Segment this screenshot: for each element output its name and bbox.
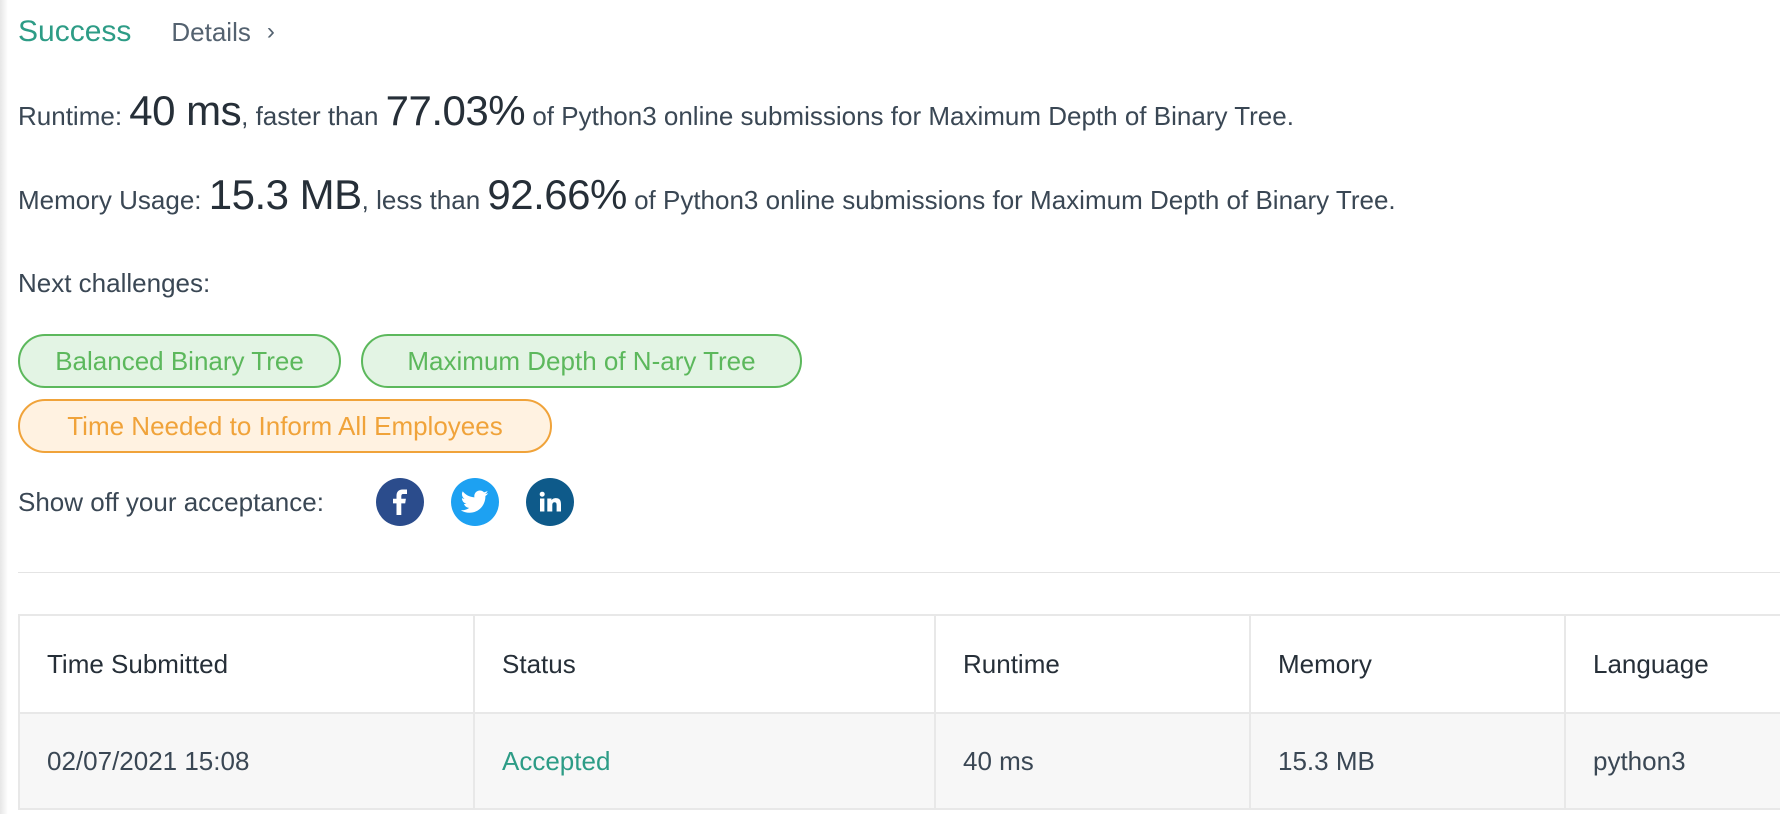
- challenge-maximum-depth-n-ary-tree[interactable]: Maximum Depth of N-ary Tree: [361, 334, 802, 388]
- memory-suffix: of Python3 online submissions for Maximu…: [626, 185, 1396, 215]
- memory-value: 15.3 MB: [208, 171, 362, 218]
- next-challenges-label: Next challenges:: [18, 268, 211, 298]
- cell-time-submitted: 02/07/2021 15:08: [18, 712, 475, 810]
- linkedin-icon[interactable]: [525, 478, 574, 526]
- submission-result-page: Success Details › Runtime: 40 ms, faster…: [0, 0, 1780, 814]
- header-status[interactable]: Status: [473, 614, 936, 714]
- runtime-value: 40 ms: [129, 87, 242, 134]
- twitter-icon[interactable]: [450, 478, 499, 526]
- challenge-balanced-binary-tree[interactable]: Balanced Binary Tree: [18, 334, 341, 388]
- runtime-suffix: of Python3 online submissions for Maximu…: [525, 101, 1294, 131]
- section-divider: [18, 572, 1780, 573]
- runtime-comparison: , faster than: [241, 101, 386, 131]
- runtime-percent: 77.03%: [385, 87, 526, 134]
- runtime-stat: Runtime: 40 ms, faster than 77.03% of Py…: [18, 90, 1294, 132]
- cell-runtime: 40 ms: [934, 712, 1251, 810]
- header-runtime[interactable]: Runtime: [934, 614, 1251, 714]
- runtime-label: Runtime:: [18, 101, 130, 131]
- header-language[interactable]: Language: [1564, 614, 1780, 714]
- memory-label: Memory Usage:: [18, 185, 209, 215]
- cell-language: python3: [1564, 712, 1780, 810]
- header-time-submitted[interactable]: Time Submitted: [18, 614, 475, 714]
- submissions-table: Time Submitted Status Runtime Memory Lan…: [18, 614, 1780, 810]
- result-status: Success: [18, 15, 132, 48]
- share-label: Show off your acceptance:: [18, 486, 324, 517]
- chevron-right-icon: ›: [266, 18, 275, 45]
- details-link[interactable]: Details ›: [171, 17, 274, 48]
- memory-percent: 92.66%: [487, 171, 627, 218]
- details-label: Details: [171, 16, 251, 47]
- share-row: Show off your acceptance:: [18, 478, 601, 526]
- challenge-time-needed-to-inform[interactable]: Time Needed to Inform All Employees: [18, 399, 552, 453]
- header-memory[interactable]: Memory: [1249, 614, 1566, 714]
- table-row: 02/07/2021 15:08 Accepted 40 ms 15.3 MB …: [18, 712, 1780, 810]
- table-header-row: Time Submitted Status Runtime Memory Lan…: [18, 614, 1780, 714]
- cell-status-accepted-link[interactable]: Accepted: [473, 712, 936, 810]
- memory-comparison: , less than: [361, 185, 488, 215]
- cell-memory: 15.3 MB: [1249, 712, 1566, 810]
- result-header: Success Details ›: [18, 12, 275, 52]
- facebook-icon[interactable]: [375, 478, 424, 526]
- memory-stat: Memory Usage: 15.3 MB, less than 92.66% …: [18, 174, 1396, 216]
